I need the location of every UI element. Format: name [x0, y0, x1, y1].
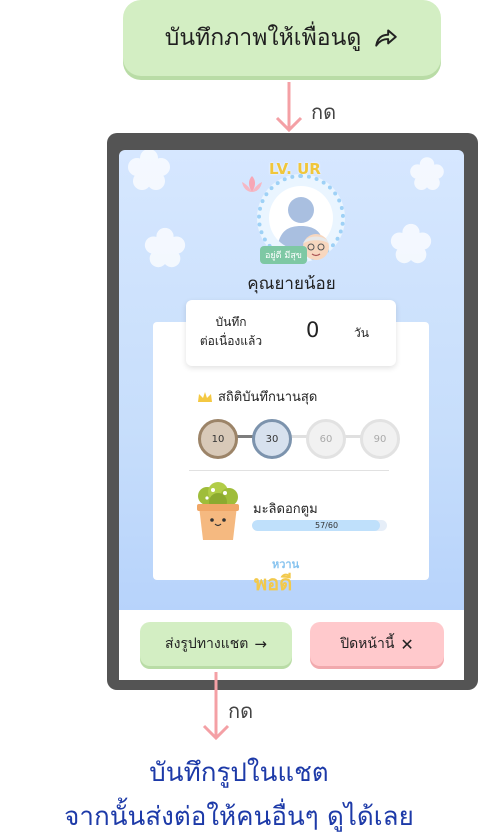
badge-label: 10: [211, 433, 225, 445]
logo-bottom-text: พอดี: [254, 571, 293, 595]
share-arrow-icon: [375, 29, 397, 47]
flower-decoration-icon: [410, 157, 444, 190]
app-logo: หวาน พอดี: [254, 555, 299, 599]
top-button-label: บันทึกภาพให้เพื่อนดู: [164, 25, 362, 51]
streak-unit: วัน: [354, 326, 369, 340]
badge-label: 90: [373, 433, 387, 445]
longest-streak-title: สถิติบันทึกนานสุด: [197, 386, 317, 407]
badge-label: 60: [319, 433, 333, 445]
streak-badge-30: 30: [252, 419, 292, 459]
caption-line-1: บันทึกรูปในแชต: [149, 758, 329, 788]
save-image-for-friends-button[interactable]: บันทึกภาพให้เพื่อนดู: [123, 0, 441, 76]
crown-icon: [198, 391, 212, 402]
name-tag: อยู่ดี มีสุข: [260, 246, 307, 264]
close-icon: ✕: [400, 634, 414, 654]
streak-badge-90: 90: [360, 419, 400, 459]
streak-badge-10: 10: [198, 419, 238, 459]
streak-badge-60: 60: [306, 419, 346, 459]
down-arrow-icon: [275, 82, 303, 133]
jasmine-plant-pot-icon: [197, 482, 239, 540]
flower-decoration-icon: [144, 227, 186, 268]
user-name: คุณยายน้อย: [247, 274, 336, 294]
press-label-bottom: กด: [228, 699, 254, 723]
share-in-chat-button[interactable]: ส่งรูปทางแชต →: [140, 622, 292, 666]
close-button-label: ปิดหน้านี้: [340, 636, 395, 652]
badge-label: 30: [265, 433, 279, 445]
caption-line-2: จากนั้นส่งต่อให้คนอื่นๆ ดูได้เลย: [64, 802, 414, 832]
streak-label: บันทึก ต่อเนื่องแล้ว: [199, 315, 263, 348]
stats-title-label: สถิติบันทึกนานสุด: [218, 390, 318, 405]
flower-decoration-icon: [128, 150, 170, 190]
right-arrow-icon: →: [254, 635, 267, 653]
lotus-icon: [242, 176, 262, 192]
down-arrow-icon: [202, 672, 230, 741]
plant-name: มะลิดอกตูม: [253, 502, 318, 517]
flower-decoration-icon: [390, 223, 432, 264]
summary-screen: LV. UR อยู่ดี มีสุข คุณยายน้อย บันทึก ต่…: [119, 150, 464, 610]
plant-progress-text: 57/60: [315, 521, 339, 530]
press-label-top: กด: [311, 100, 337, 124]
streak-value: 0: [306, 318, 320, 342]
share-button-label: ส่งรูปทางแชต: [165, 636, 249, 652]
close-page-button[interactable]: ปิดหน้านี้ ✕: [310, 622, 444, 666]
divider: [189, 470, 389, 471]
streak-box: บันทึก ต่อเนื่องแล้ว 0 วัน: [186, 300, 396, 366]
